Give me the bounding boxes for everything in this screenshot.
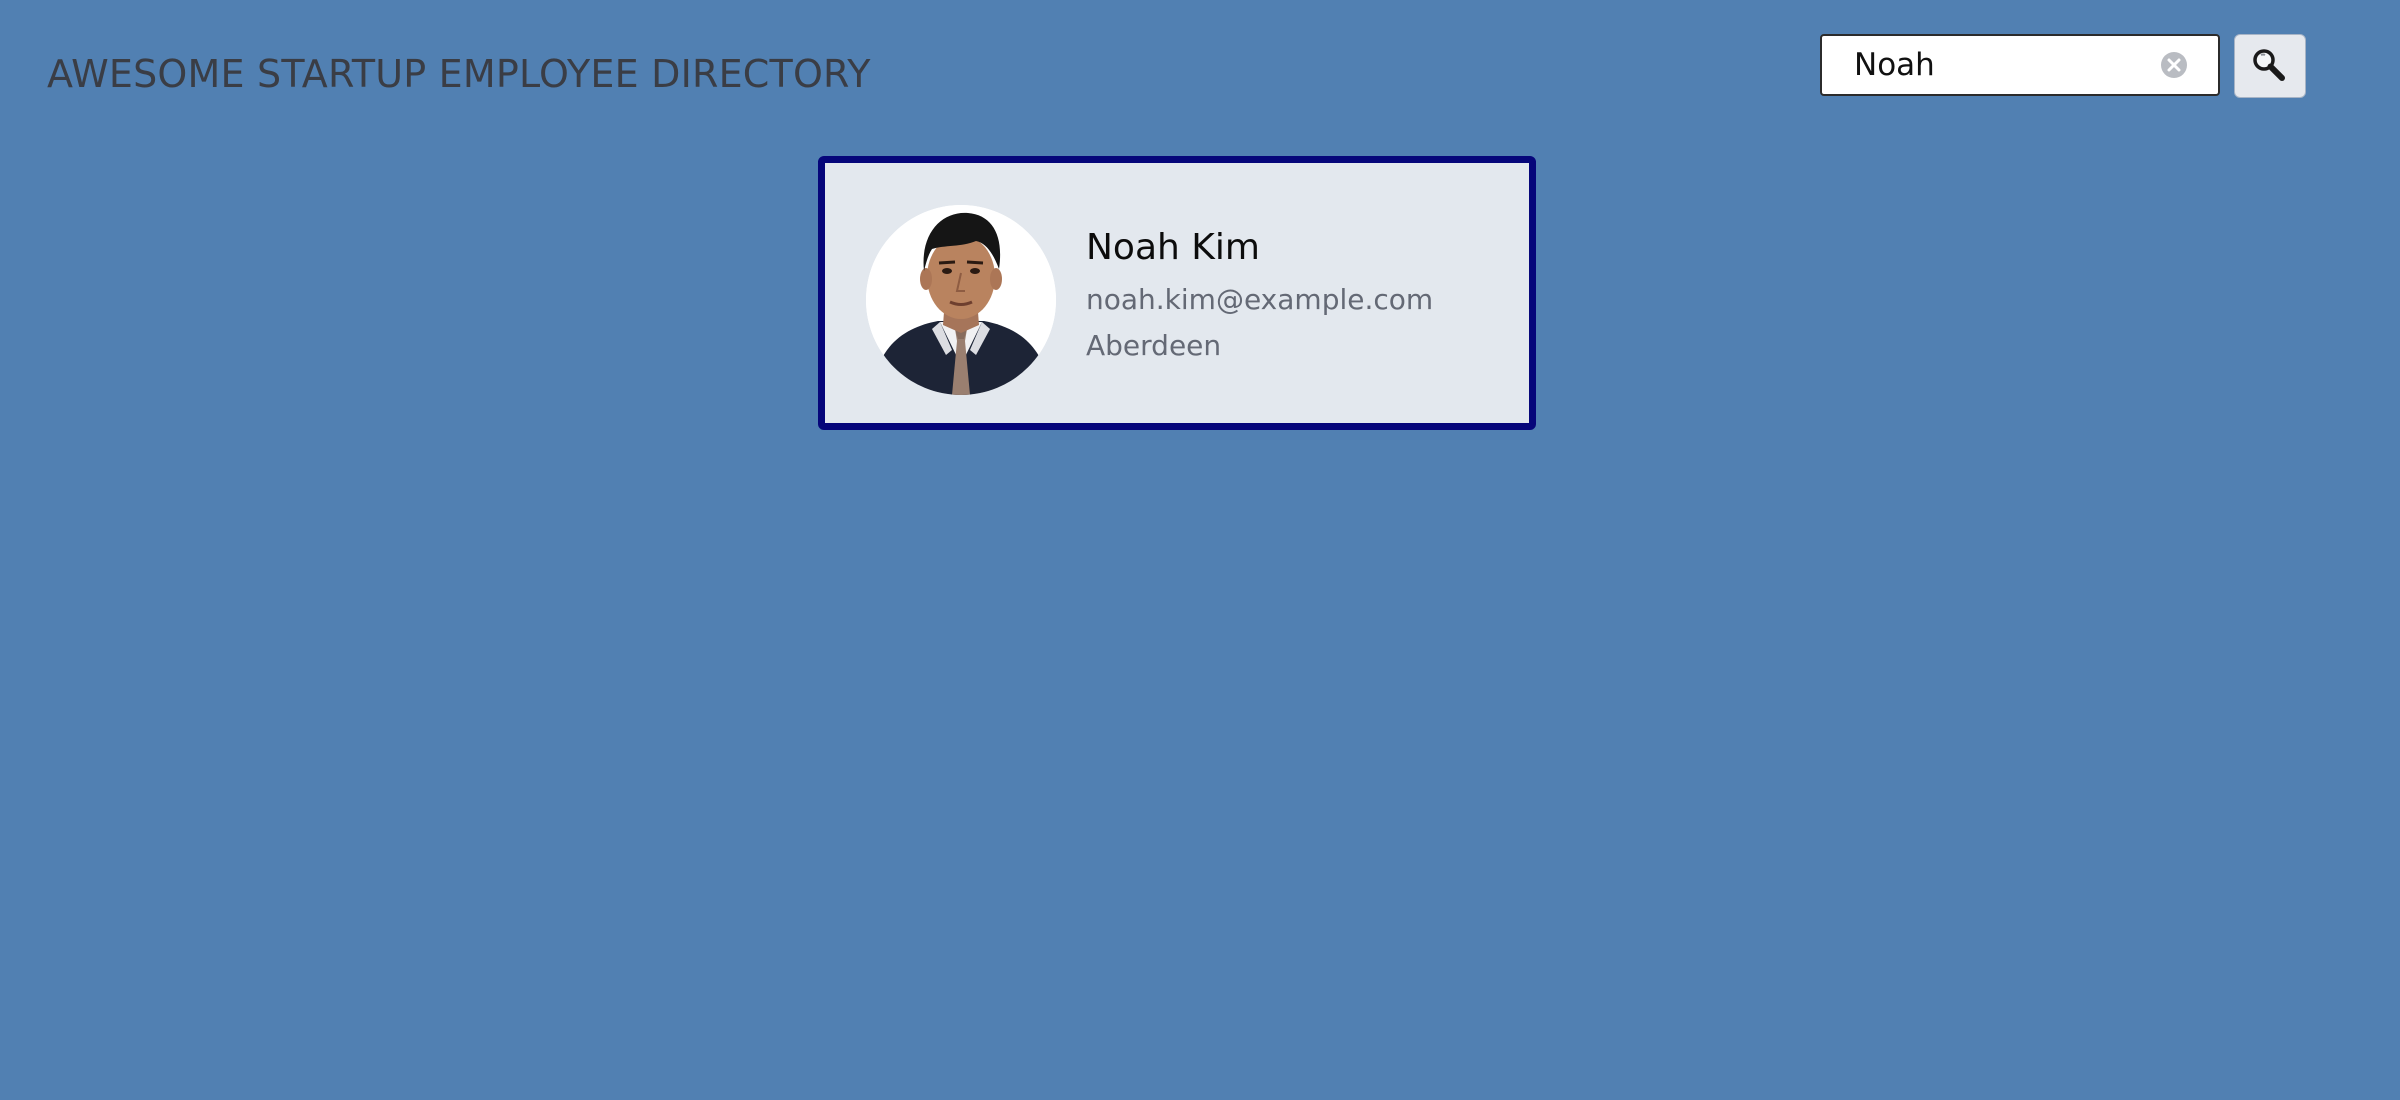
search-button[interactable]: [2234, 34, 2306, 98]
page-title: AWESOME STARTUP EMPLOYEE DIRECTORY: [47, 52, 871, 96]
employee-email: noah.kim@example.com: [1086, 283, 1434, 316]
search-form: [1820, 34, 2308, 100]
avatar: [866, 205, 1056, 395]
search-field[interactable]: [1820, 34, 2220, 96]
clear-icon[interactable]: [2160, 51, 2188, 79]
employee-location: Aberdeen: [1086, 329, 1222, 362]
employee-card[interactable]: Noah Kim noah.kim@example.com Aberdeen: [818, 156, 1536, 430]
employee-name: Noah Kim: [1086, 227, 1260, 268]
search-input[interactable]: [1854, 36, 2154, 94]
